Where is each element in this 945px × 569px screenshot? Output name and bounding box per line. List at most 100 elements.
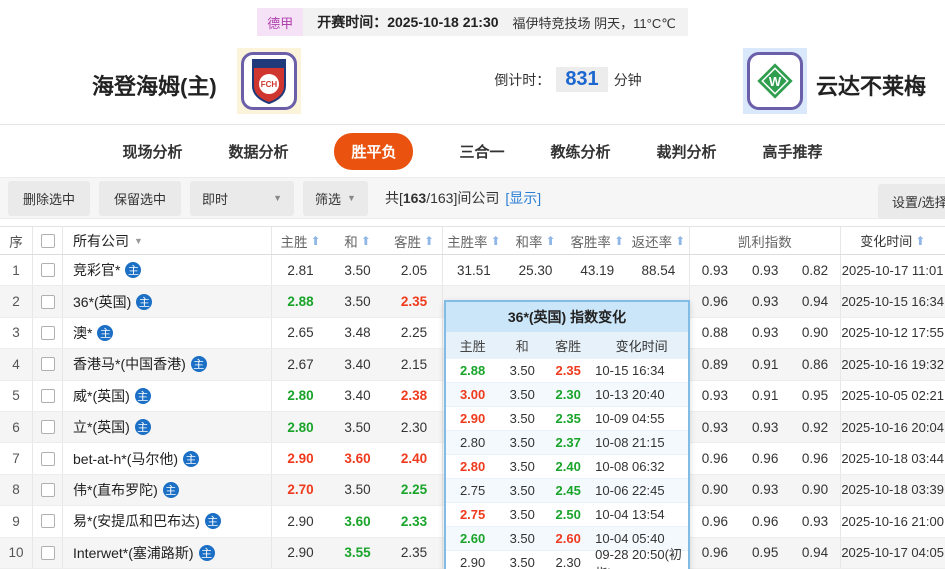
popup-header-away: 客胜 (555, 338, 582, 354)
row-checkbox[interactable] (40, 357, 55, 372)
header-home-sort[interactable]: 主胜 ⬆ (272, 227, 329, 254)
tab-live-analysis[interactable]: 现场分析 (122, 141, 182, 162)
tab-referee-analysis[interactable]: 裁判分析 (657, 141, 717, 162)
home-odds-cell[interactable]: 2.67 (272, 349, 329, 379)
home-odds-cell[interactable]: 2.90 (272, 538, 329, 568)
away-odds-cell[interactable]: 2.15 (386, 349, 443, 380)
draw-odds-cell[interactable]: 3.60 (329, 443, 386, 473)
keep-selected-button[interactable]: 保留选中 (99, 180, 182, 216)
company-cell[interactable]: bet-at-h*(马尔他) 主 (63, 443, 272, 474)
header-away-sort[interactable]: 客胜 ⬆ (386, 227, 443, 254)
draw-odds-cell[interactable]: 3.50 (329, 475, 386, 505)
row-checkbox[interactable] (40, 388, 55, 403)
row-checkbox[interactable] (40, 451, 55, 466)
home-odds-cell[interactable]: 2.80 (272, 412, 329, 442)
kelly-cell: 0.96 (752, 513, 779, 529)
home-odds-cell[interactable]: 2.80 (272, 381, 329, 411)
home-odds-cell[interactable]: 2.65 (272, 318, 329, 348)
home-odds-cell[interactable]: 2.70 (272, 475, 329, 505)
header-draw-rate-sort[interactable]: 和率 ⬆ (505, 227, 567, 254)
row-checkbox[interactable] (40, 294, 55, 309)
popup-change-time: 10-15 16:34 (595, 363, 665, 378)
row-checkbox[interactable] (40, 482, 55, 497)
company-cell[interactable]: 立*(英国) 主 (63, 411, 272, 443)
away-odds-cell[interactable]: 2.33 (386, 506, 443, 537)
popup-change-time: 10-04 13:54 (595, 507, 665, 522)
kelly-cell: 0.90 (701, 482, 729, 498)
row-checkbox[interactable] (40, 420, 55, 435)
away-odds-cell[interactable]: 2.30 (386, 411, 443, 443)
select-all-checkbox[interactable] (40, 233, 55, 248)
home-odds-cell[interactable]: 2.88 (272, 286, 329, 316)
company-cell[interactable]: 香港马*(中国香港) 主 (63, 349, 272, 380)
sort-asc-icon: ⬆ (423, 233, 435, 248)
row-checkbox[interactable] (40, 514, 55, 529)
company-cell[interactable]: Interwet*(塞浦路斯) 主 (63, 537, 272, 568)
kelly-cell: 0.93 (752, 482, 779, 498)
company-cell[interactable]: 伟*(直布罗陀) 主 (63, 474, 272, 506)
draw-odds-cell[interactable]: 3.40 (329, 349, 386, 379)
show-link[interactable]: [显示] (505, 188, 541, 208)
change-time-cell: 2025-10-16 19:32 (841, 356, 944, 372)
header-home-rate-sort[interactable]: 主胜率 ⬆ (443, 227, 505, 254)
sort-asc-icon: ⬆ (310, 233, 321, 248)
draw-odds-cell[interactable]: 3.55 (329, 538, 386, 568)
header-away-rate-sort[interactable]: 客胜率 ⬆ (566, 227, 628, 254)
away-odds-cell[interactable]: 2.35 (386, 537, 443, 568)
company-cell[interactable]: 竞彩官* 主 (63, 255, 272, 286)
change-time-cell: 2025-10-05 02:21 (841, 388, 944, 404)
header-draw-sort[interactable]: 和 ⬆ (329, 227, 386, 254)
home-odds-cell[interactable]: 2.81 (272, 255, 329, 285)
home-rate-cell: 31.51 (456, 262, 491, 278)
sort-asc-icon: ⬆ (915, 233, 926, 248)
company-name: Interwet*(塞浦路斯) (73, 544, 194, 561)
home-odds-cell[interactable]: 2.90 (272, 443, 329, 473)
draw-odds-cell[interactable]: 3.60 (329, 506, 386, 536)
away-odds-cell[interactable]: 2.25 (386, 474, 443, 506)
company-name: 竞彩官* (73, 262, 121, 279)
row-checkbox[interactable] (40, 263, 55, 278)
popup-home-odds: 2.60 (459, 531, 486, 546)
tab-coach-analysis[interactable]: 教练分析 (551, 141, 611, 162)
tab-data-analysis[interactable]: 数据分析 (228, 141, 288, 162)
draw-odds-cell[interactable]: 3.50 (329, 255, 386, 285)
tab-win-draw-loss[interactable]: 胜平负 (334, 132, 414, 170)
draw-odds-cell[interactable]: 3.48 (329, 318, 386, 348)
away-odds-cell[interactable]: 2.25 (386, 317, 443, 349)
kelly-cell: 0.94 (790, 286, 841, 317)
row-checkbox-cell (33, 506, 63, 537)
tab-expert-recommend[interactable]: 高手推荐 (763, 141, 823, 162)
away-odds-cell[interactable]: 2.35 (386, 286, 443, 317)
draw-odds-cell[interactable]: 3.40 (329, 381, 386, 411)
away-odds-cell[interactable]: 2.05 (386, 255, 443, 286)
table-row[interactable]: 1 竞彩官* 主 2.81 3.50 2.05 31.51 25.30 43.19 88.54 0.… (0, 255, 945, 287)
company-cell[interactable]: 威*(英国) 主 (63, 380, 272, 411)
popup-draw-odds: 3.50 (509, 483, 535, 498)
filter-dropdown[interactable]: 筛选 ▼ (303, 180, 368, 216)
company-name: 易*(安提瓜和巴布达) (73, 513, 200, 530)
popup-home-odds: 2.88 (459, 363, 486, 378)
change-time-cell: 2025-10-15 16:34 (841, 294, 944, 310)
header-return-rate-sort[interactable]: 返还率 ⬆ (628, 227, 690, 254)
row-seq: 10 (0, 537, 33, 568)
company-cell[interactable]: 36*(英国) 主 (63, 286, 272, 317)
header-company[interactable]: 所有公司 ▼ (63, 227, 272, 254)
analysis-tabs: 现场分析 数据分析 胜平负 三合一 教练分析 裁判分析 高手推荐 (0, 125, 945, 177)
draw-rate-cell: 25.30 (518, 262, 553, 278)
draw-odds-cell[interactable]: 3.50 (329, 286, 386, 316)
settings-select-button[interactable]: 设置/选择 (878, 184, 945, 219)
company-cell[interactable]: 澳* 主 (63, 317, 272, 349)
popup-home-odds: 3.00 (459, 387, 486, 402)
tab-three-in-one[interactable]: 三合一 (459, 141, 504, 162)
company-cell[interactable]: 易*(安提瓜和巴布达) 主 (63, 506, 272, 537)
header-change-time-sort[interactable]: 变化时间 ⬆ (841, 227, 945, 254)
row-checkbox[interactable] (40, 325, 55, 340)
time-filter-dropdown[interactable]: 即时 ▼ (190, 180, 295, 216)
away-odds-cell[interactable]: 2.38 (386, 380, 443, 411)
home-odds-cell[interactable]: 2.90 (272, 506, 329, 536)
delete-selected-button[interactable]: 删除选中 (8, 180, 91, 216)
away-odds-cell[interactable]: 2.40 (386, 443, 443, 474)
away-team-logo: W (743, 48, 807, 114)
row-checkbox[interactable] (40, 545, 55, 560)
draw-odds-cell[interactable]: 3.50 (329, 412, 386, 442)
